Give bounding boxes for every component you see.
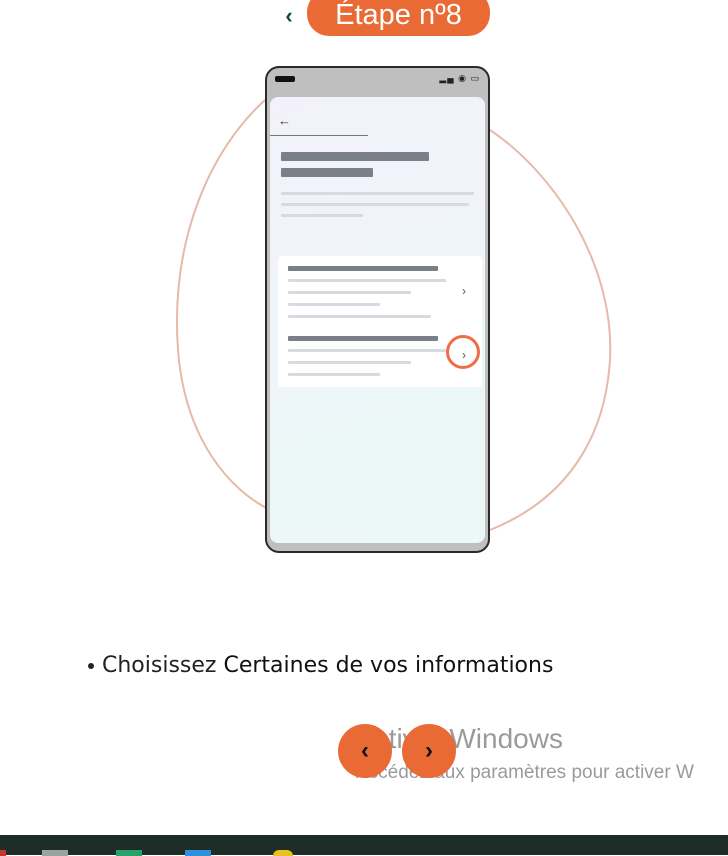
phone-status-bar: ▂▄ ◉ ▭ xyxy=(267,68,488,96)
option-text-line xyxy=(288,291,411,294)
placeholder-text-line xyxy=(281,214,363,217)
highlight-ring xyxy=(446,335,480,369)
placeholder-title-line xyxy=(281,168,373,177)
chevron-right-icon: › xyxy=(462,284,466,298)
next-step-button[interactable]: › xyxy=(402,724,456,778)
placeholder-title-line xyxy=(281,152,429,161)
instruction-bullet: Choisissez Certaines de vos informations xyxy=(88,653,553,678)
taskbar-app-icon[interactable] xyxy=(42,850,68,856)
bullet-dot xyxy=(88,663,94,669)
step-header: ‹ Étape nº8 xyxy=(0,0,728,38)
phone-illustration: ▂▄ ◉ ▭ ← › › xyxy=(170,60,620,560)
phone-screen: ← › › xyxy=(270,97,485,543)
taskbar-app-icon[interactable] xyxy=(273,850,293,856)
placeholder-text-line xyxy=(281,203,469,206)
signal-wifi-battery-icon: ▂▄ ◉ ▭ xyxy=(439,73,480,83)
taskbar-app-icon[interactable] xyxy=(0,850,6,856)
option-text-line xyxy=(288,349,446,352)
taskbar-app-icon[interactable] xyxy=(185,850,211,856)
option-text-line xyxy=(288,373,380,376)
instruction-highlight: Certaines de vos informations xyxy=(223,653,554,678)
options-card: › › xyxy=(278,256,482,387)
option-text-line xyxy=(288,279,446,282)
arrow-left-icon: ← xyxy=(278,113,291,128)
screen-divider xyxy=(270,135,368,136)
chevron-left-icon[interactable]: ‹ xyxy=(278,4,300,28)
option-text-line xyxy=(288,303,380,306)
step-title: Étape nº8 xyxy=(307,0,490,36)
option-text-line xyxy=(288,361,411,364)
chevron-left-icon: ‹ xyxy=(361,737,369,764)
taskbar xyxy=(0,835,728,856)
placeholder-text-line xyxy=(281,192,474,195)
previous-step-button[interactable]: ‹ xyxy=(338,724,392,778)
phone-mockup: ▂▄ ◉ ▭ ← › › xyxy=(265,66,490,553)
option-title-line xyxy=(288,336,438,341)
taskbar-app-icon[interactable] xyxy=(116,850,142,856)
instruction-prefix: Choisissez xyxy=(102,653,217,678)
option-title-line xyxy=(288,266,438,271)
status-notch xyxy=(275,76,295,82)
chevron-right-icon: › xyxy=(425,737,433,764)
option-text-line xyxy=(288,315,431,318)
